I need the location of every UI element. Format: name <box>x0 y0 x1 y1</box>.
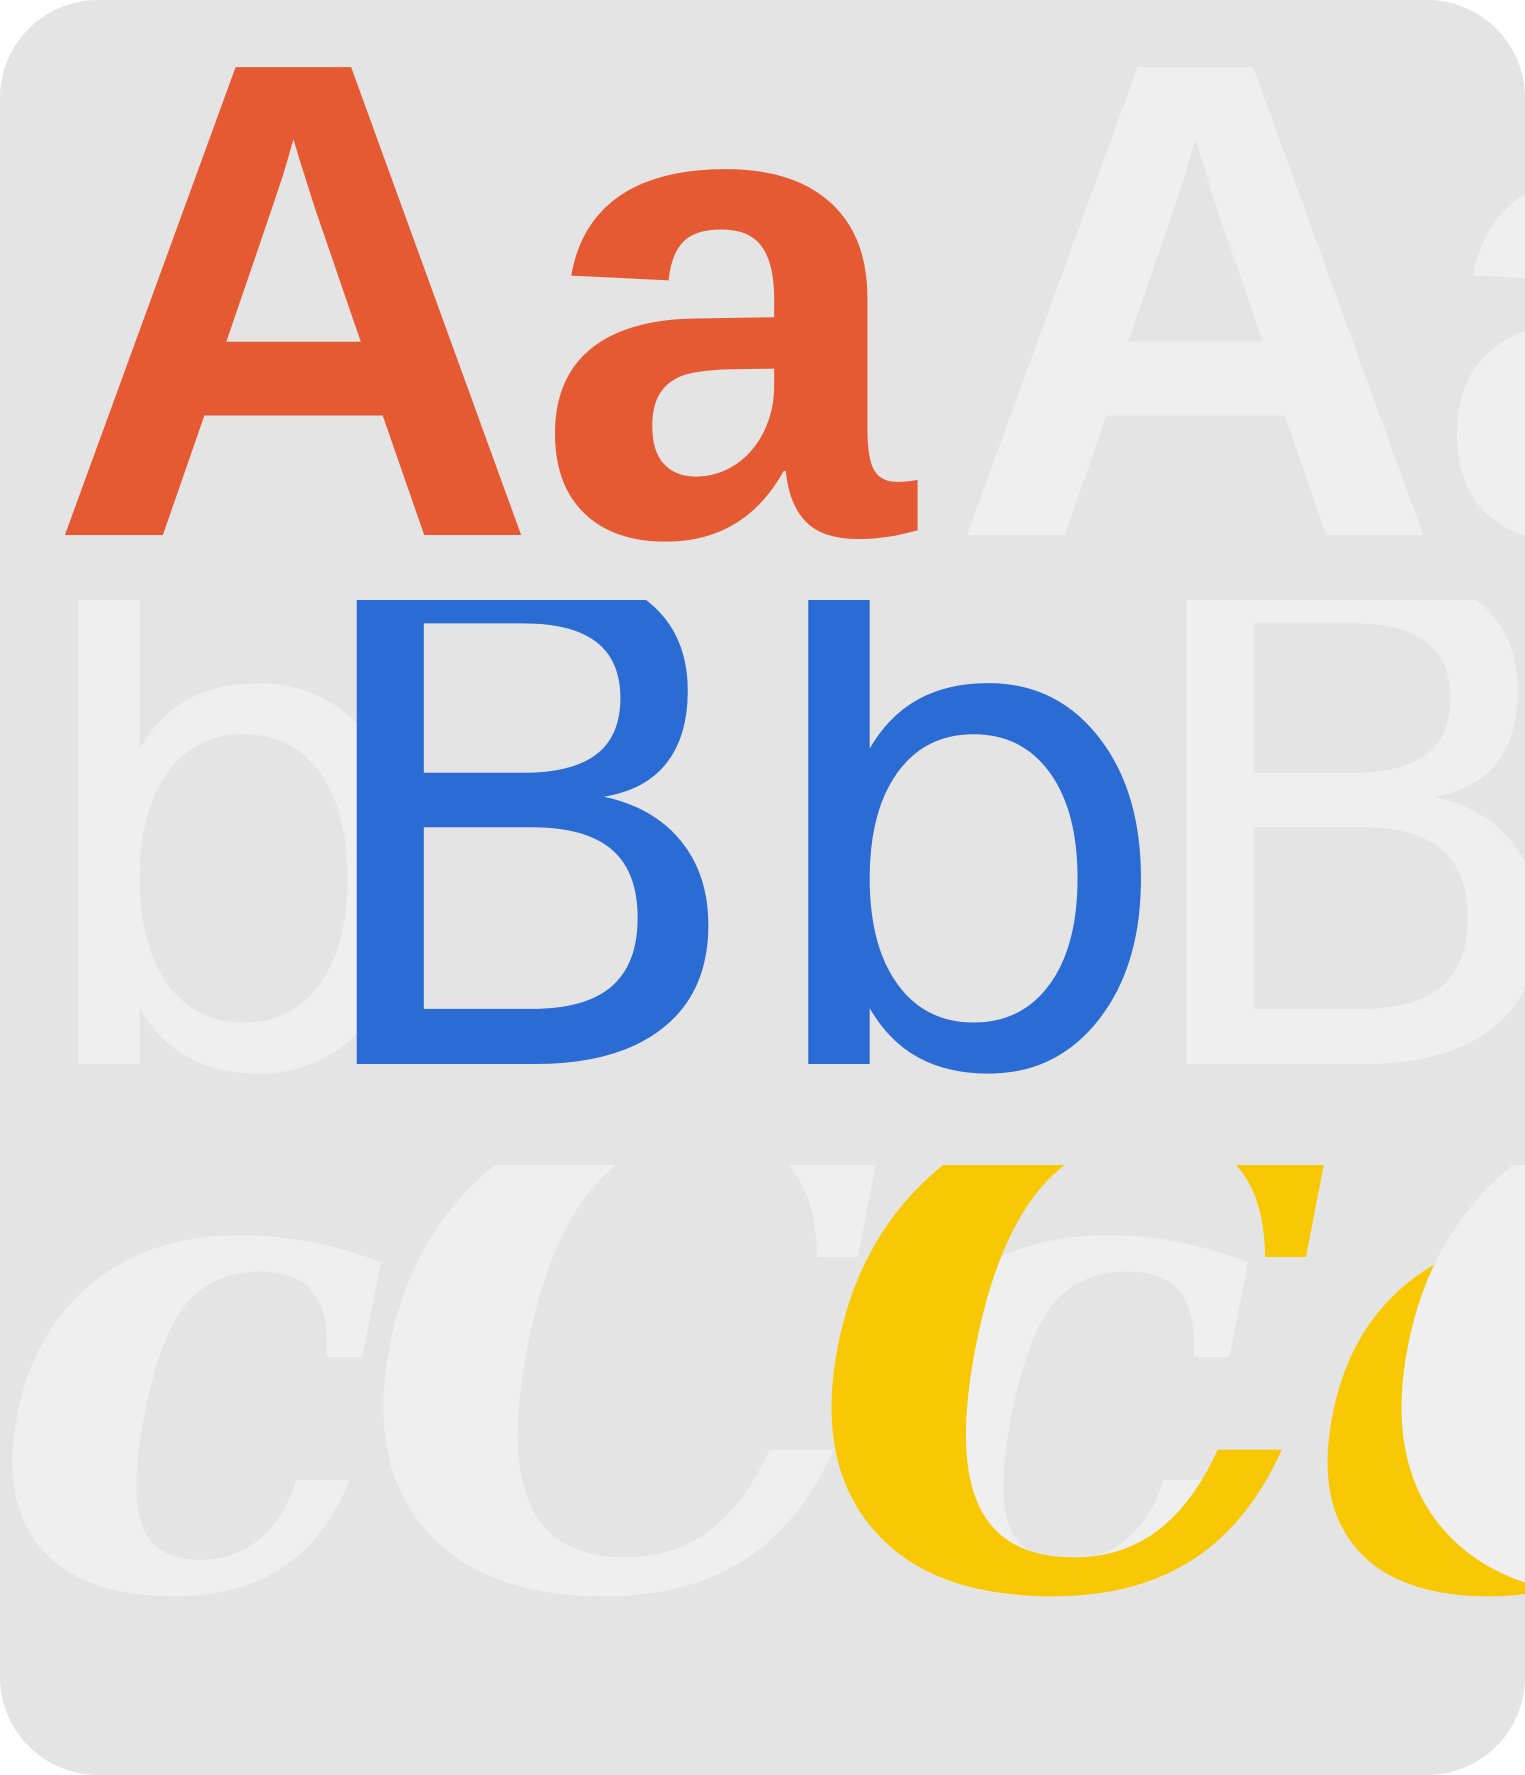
type-specimen-tile: Aa Aa Bb Bb Bb cCc Cc Cc <box>0 0 1525 1775</box>
accent-glyph-aa: Aa <box>48 0 913 600</box>
ghost-glyph-cc-right: Cc <box>1380 1165 1525 1685</box>
ghost-glyph-bb-right: Bb <box>1120 600 1525 1160</box>
ghost-glyph-aa-right: Aa <box>950 0 1525 600</box>
accent-glyph-bb: Bb <box>290 600 1178 1160</box>
row-italic-serif: cCc Cc Cc <box>0 1165 1525 1775</box>
row-light-sans: Bb Bb Bb <box>0 600 1525 1160</box>
row-bold-sans: Aa Aa <box>0 0 1525 600</box>
